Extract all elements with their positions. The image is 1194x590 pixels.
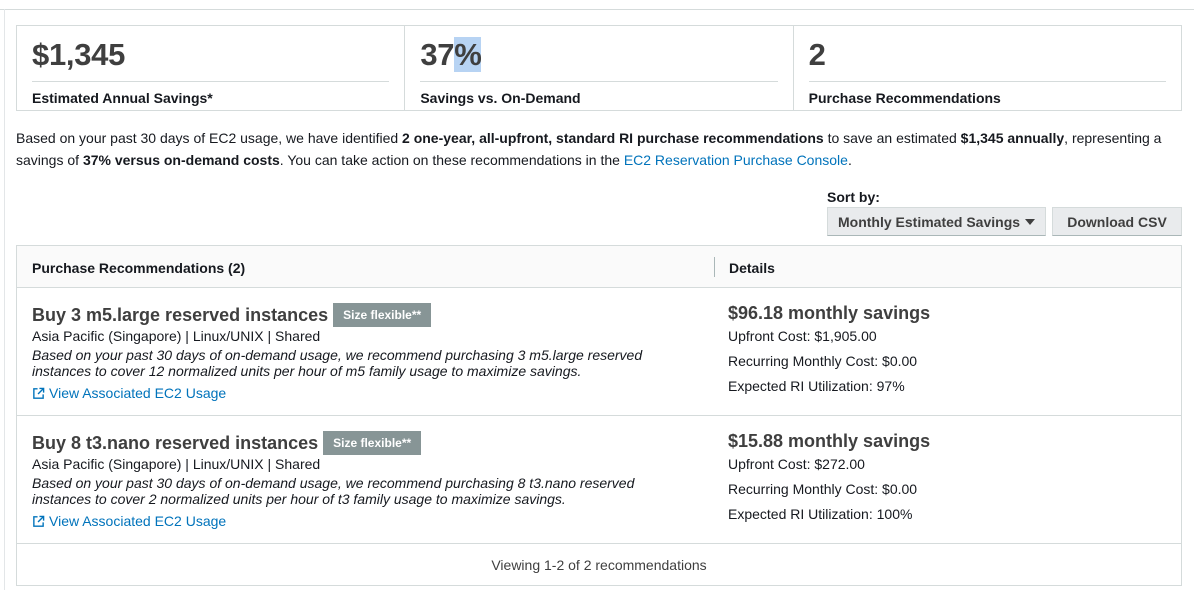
- expected-ri-utilization: Expected RI Utilization: 100%: [728, 506, 913, 522]
- reservation-console-link[interactable]: EC2 Reservation Purchase Console: [624, 152, 848, 168]
- view-ec2-usage-link[interactable]: View Associated EC2 Usage: [32, 513, 226, 529]
- size-flexible-badge: Size flexible**: [333, 303, 432, 327]
- recommendation-description: Based on your past 30 days of on-demand …: [32, 347, 643, 379]
- kpi-label: Savings vs. On-Demand: [420, 90, 581, 106]
- kpi-annual-savings: $1,345 Estimated Annual Savings*: [17, 26, 404, 110]
- monthly-savings: $15.88 monthly savings: [728, 431, 931, 451]
- view-ec2-usage-label: View Associated EC2 Usage: [49, 385, 227, 401]
- column-resizer[interactable]: [714, 257, 715, 277]
- kpi-value: 2: [808, 37, 826, 72]
- upfront-cost: Upfront Cost: $1,905.00: [728, 328, 877, 344]
- sort-select[interactable]: Monthly Estimated Savings: [827, 207, 1046, 236]
- view-ec2-usage-label: View Associated EC2 Usage: [49, 513, 227, 529]
- external-link-icon: [33, 515, 45, 527]
- column-header-recommendations: Purchase Recommendations (2): [32, 260, 246, 276]
- kpi-purchase-recommendations: 2 Purchase Recommendations: [792, 26, 1181, 110]
- recommendation-subtitle: Asia Pacific (Singapore) | Linux/UNIX | …: [32, 328, 321, 344]
- external-link-icon: [33, 387, 45, 399]
- table-row: Buy 8 t3.nano reserved instances Size fl…: [17, 416, 1181, 544]
- kpi-summary: $1,345 Estimated Annual Savings* 37% Sav…: [16, 25, 1182, 111]
- summary-part: . You can take action on these recommend…: [279, 152, 624, 168]
- caret-down-icon: [1025, 218, 1035, 225]
- recurring-monthly-cost: Recurring Monthly Cost: $0.00: [728, 353, 918, 369]
- kpi-value: $1,345: [32, 37, 126, 72]
- left-divider: [4, 9, 5, 590]
- top-divider: [0, 9, 1194, 10]
- recommendation-title: Buy 3 m5.large reserved instances Size f…: [32, 303, 432, 327]
- size-flexible-badge: Size flexible**: [323, 431, 422, 455]
- recommendation-description: Based on your past 30 days of on-demand …: [32, 475, 635, 507]
- summary-part: Based on your past 30 days of EC2 usage,…: [16, 130, 403, 146]
- recommendation-title: Buy 8 t3.nano reserved instances Size fl…: [32, 431, 422, 455]
- sort-selected-value: Monthly Estimated Savings: [838, 213, 1021, 230]
- summary-bold: $1,345 annually: [960, 130, 1065, 146]
- upfront-cost: Upfront Cost: $272.00: [728, 456, 865, 472]
- recommendation-title-text: Buy 8 t3.nano reserved instances: [32, 432, 319, 453]
- kpi-savings-vs-on-demand: 37% Savings vs. On-Demand: [404, 26, 792, 110]
- kpi-label: Purchase Recommendations: [808, 90, 1001, 106]
- kpi-value: 37%: [420, 37, 482, 73]
- download-csv-button[interactable]: Download CSV: [1052, 207, 1182, 236]
- column-header-details: Details: [729, 260, 775, 276]
- table-header: Purchase Recommendations (2) Details: [17, 246, 1181, 288]
- summary-bold: 37% versus on-demand costs: [82, 152, 280, 168]
- summary-bold: 2 one-year, all-upfront, standard RI pur…: [402, 130, 824, 146]
- summary-part: to save an estimated: [823, 130, 961, 146]
- view-ec2-usage-link[interactable]: View Associated EC2 Usage: [32, 385, 226, 401]
- table-footer: Viewing 1-2 of 2 recommendations: [17, 544, 1181, 586]
- kpi-value-selected-text: %: [454, 37, 482, 72]
- pagination-summary: Viewing 1-2 of 2 recommendations: [491, 557, 707, 573]
- summary-text: Based on your past 30 days of EC2 usage,…: [16, 127, 1182, 171]
- expected-ri-utilization: Expected RI Utilization: 97%: [728, 378, 905, 394]
- kpi-value-number: 37: [420, 37, 455, 72]
- summary-part: .: [847, 152, 852, 168]
- monthly-savings: $96.18 monthly savings: [728, 303, 931, 323]
- kpi-divider: [32, 81, 390, 82]
- recommendations-table: Purchase Recommendations (2) Details Buy…: [16, 245, 1182, 586]
- recommendation-subtitle: Asia Pacific (Singapore) | Linux/UNIX | …: [32, 456, 321, 472]
- table-row: Buy 3 m5.large reserved instances Size f…: [17, 288, 1181, 416]
- kpi-divider: [808, 81, 1166, 82]
- recommendation-title-text: Buy 3 m5.large reserved instances: [32, 304, 329, 325]
- recurring-monthly-cost: Recurring Monthly Cost: $0.00: [728, 481, 918, 497]
- kpi-label: Estimated Annual Savings*: [32, 90, 213, 106]
- sort-by-label: Sort by:: [827, 189, 880, 205]
- kpi-divider: [420, 81, 778, 82]
